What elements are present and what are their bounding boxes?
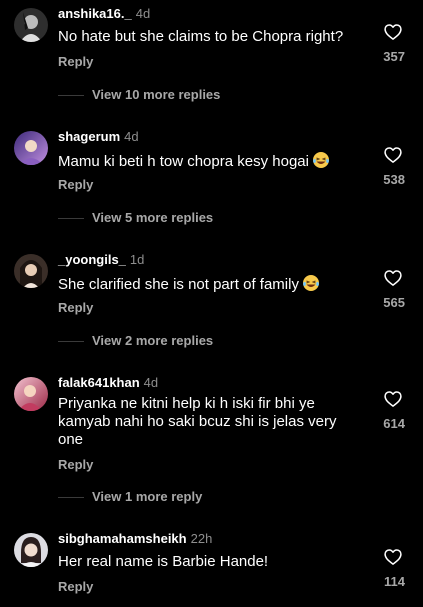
comment-text: Her real name is Barbie Hande! [58,553,358,571]
avatar[interactable] [14,533,48,567]
comment-item: falak641khan 4d Priyanka ne kitni help ki… [0,375,423,505]
comment-item: _yoongils_ 1d She clarified she is not pa… [0,252,423,352]
comment-header: _yoongils_ 1d [58,252,144,268]
comment-header: sibghamahamsheikh 22h [58,531,212,547]
view-more-replies[interactable]: View 1 more reply [58,489,202,505]
comment-age: 22h [190,531,213,546]
view-more-replies[interactable]: View 2 more replies [58,333,213,349]
comment-body: Mamu ki beti h tow chopra kesy hogai [58,153,309,170]
avatar[interactable] [14,8,48,42]
comment-text: Mamu ki beti h tow chopra kesy hogai [58,151,358,171]
thread-divider [58,94,84,96]
comment-body: Her real name is Barbie Hande! [58,553,269,570]
heart-outline-icon[interactable] [383,268,403,288]
reply-button[interactable]: Reply [58,54,93,70]
comment-age: 4d [143,375,159,390]
comment-age: 1d [129,252,145,267]
view-more-label[interactable]: View 1 more reply [92,489,202,505]
comment-age: 4d [135,6,151,21]
like-count: 357 [383,49,405,64]
heart-outline-icon[interactable] [383,389,403,409]
comment-header: shagerum 4d [58,129,139,145]
heart-outline-icon[interactable] [383,547,403,567]
comment-item: anshika16._ 4d No hate but she claims to … [0,6,423,106]
comment-text: Priyanka ne kitni help ki h iski fir bhi… [58,395,363,449]
thread-divider [58,340,84,342]
comment-body: No hate but she claims to be Chopra righ… [58,28,344,45]
comment-body: She clarified she is not part of family [58,276,299,293]
username[interactable]: anshika16._ [58,6,132,21]
like-count: 614 [383,416,405,431]
view-more-replies[interactable]: View 10 more replies [58,87,220,103]
like-count: 538 [383,172,405,187]
comment-header: falak641khan 4d [58,375,158,391]
reply-button[interactable]: Reply [58,177,93,193]
comment-text: She clarified she is not part of family [58,274,358,294]
heart-outline-icon[interactable] [383,145,403,165]
reply-button[interactable]: Reply [58,579,93,595]
thread-divider [58,496,84,498]
comment-body: Priyanka ne kitni help ki h iski fir bhi… [58,395,337,448]
view-more-label[interactable]: View 5 more replies [92,210,213,226]
username[interactable]: falak641khan [58,375,140,390]
comment-item: sibghamahamsheikh 22h Her real name is Ba… [0,531,423,601]
like-count: 114 [384,574,405,589]
comment-header: anshika16._ 4d [58,6,150,22]
laughing-emoji-icon [302,275,319,291]
avatar[interactable] [14,254,48,288]
reply-button[interactable]: Reply [58,457,93,473]
view-more-replies[interactable]: View 5 more replies [58,210,213,226]
avatar[interactable] [14,131,48,165]
comment-text: No hate but she claims to be Chopra righ… [58,28,358,46]
reply-button[interactable]: Reply [58,300,93,316]
comment-item: shagerum 4d Mamu ki beti h tow chopra kes… [0,129,423,229]
heart-outline-icon[interactable] [383,22,403,42]
laughing-emoji-icon [312,152,329,168]
thread-divider [58,217,84,219]
username[interactable]: shagerum [58,129,120,144]
view-more-label[interactable]: View 2 more replies [92,333,213,349]
view-more-label[interactable]: View 10 more replies [92,87,220,103]
avatar[interactable] [14,377,48,411]
comment-age: 4d [124,129,139,144]
username[interactable]: sibghamahamsheikh [58,531,187,546]
like-count: 565 [383,295,405,310]
username[interactable]: _yoongils_ [58,252,126,267]
